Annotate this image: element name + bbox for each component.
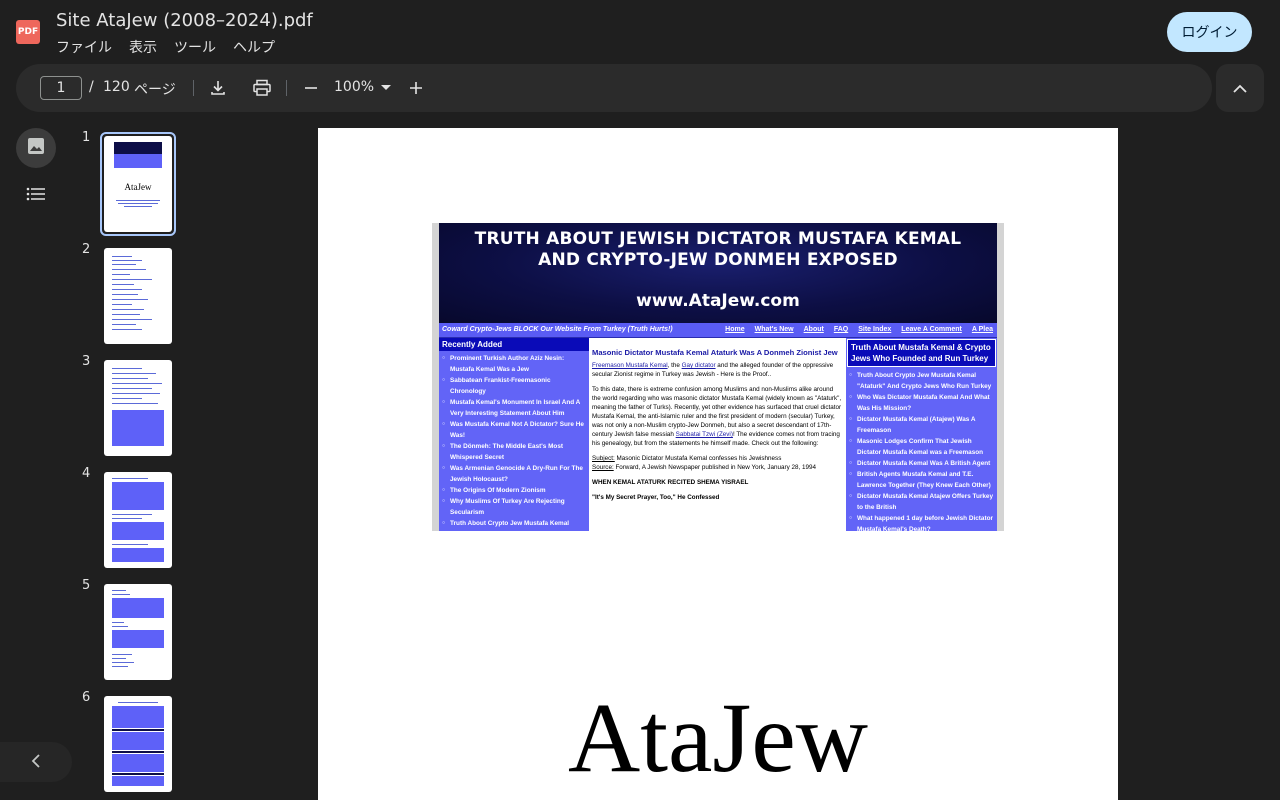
recent-item[interactable]: The Dönmeh: The Middle East's Most Whisp… — [442, 441, 586, 463]
thumbnail-page-4[interactable] — [100, 468, 176, 572]
menu-view[interactable]: 表示 — [129, 37, 157, 57]
nav-link-whats-new[interactable]: What's New — [755, 326, 794, 333]
pdf-toolbar: 1 / 120 ページ 100% — [16, 64, 1212, 112]
truth-item[interactable]: What happened 1 day before Jewish Dictat… — [849, 513, 994, 531]
website-screenshot: TRUTH ABOUT JEWISH DICTATOR MUSTAFA KEMA… — [432, 223, 1004, 531]
thumbnail-title: AtaJew — [124, 182, 152, 192]
article-intro: Freemason Mustafa Kemal, the Gay dictato… — [592, 362, 834, 378]
recently-added-heading: Recently Added — [439, 338, 589, 351]
recent-item[interactable]: Why Muslims Of Turkey Are Rejecting Secu… — [442, 496, 586, 518]
banner-line-2: AND CRYPTO-JEW DONMEH EXPOSED — [538, 250, 898, 270]
total-pages: 120 — [103, 79, 130, 95]
collapse-toolbar-button[interactable] — [1216, 64, 1264, 112]
thumbnail-number: 3 — [82, 354, 91, 369]
print-icon[interactable] — [250, 76, 274, 100]
thumbnail-page-2[interactable] — [100, 244, 176, 348]
site-banner: TRUTH ABOUT JEWISH DICTATOR MUSTAFA KEMA… — [439, 223, 997, 323]
nav-link-home[interactable]: Home — [725, 326, 744, 333]
recent-item[interactable]: Was Armenian Genocide A Dry-Run For The … — [442, 463, 586, 485]
truth-item[interactable]: British Agents Mustafa Kemal and T.E. La… — [849, 469, 994, 491]
thumbnail-number: 5 — [82, 578, 91, 593]
menu-help[interactable]: ヘルプ — [233, 37, 275, 57]
toolbar-divider — [286, 80, 287, 96]
nav-link-about[interactable]: About — [804, 326, 824, 333]
recent-item[interactable]: Mustafa Kemal's Monument In Israel And A… — [442, 397, 586, 419]
recent-item[interactable]: The Origins Of Modern Zionism — [442, 485, 586, 496]
banner-url: www.AtaJew.com — [636, 291, 800, 311]
thumbnail-number: 6 — [82, 690, 91, 705]
nav-link-site-index[interactable]: Site Index — [858, 326, 891, 333]
toolbar-divider — [193, 80, 194, 96]
list-icon — [26, 186, 46, 206]
site-navbar: Coward Crypto-Jews BLOCK Our Website Fro… — [439, 323, 997, 338]
article-heading: WHEN KEMAL ATATURK RECITED SHEMA YISRAEL — [592, 479, 749, 486]
zoom-dropdown-icon[interactable] — [374, 76, 398, 100]
article-quote: "It's My Secret Prayer, Too," He Confess… — [592, 494, 720, 501]
banner-line-1: TRUTH ABOUT JEWISH DICTATOR MUSTAFA KEMA… — [474, 229, 962, 249]
article-subject: Subject: Masonic Dictator Mustafa Kemal … — [592, 455, 782, 462]
article-source: Source: Forward, A Jewish Newspaper publ… — [592, 464, 817, 471]
zoom-level[interactable]: 100% — [334, 79, 374, 95]
truth-item[interactable]: Dictator Mustafa Kemal Was A British Age… — [849, 458, 994, 469]
article-column: Masonic Dictator Mustafa Kemal Ataturk W… — [589, 338, 846, 531]
pdf-page-1: TRUTH ABOUT JEWISH DICTATOR MUSTAFA KEMA… — [318, 128, 1118, 800]
menu-tools[interactable]: ツール — [174, 37, 216, 57]
recent-item[interactable]: Prominent Turkish Author Aziz Nesin: Mus… — [442, 353, 586, 375]
truth-item[interactable]: Dictator Mustafa Kemal Atajew Offers Tur… — [849, 491, 994, 513]
menu-file[interactable]: ファイル — [56, 37, 112, 57]
chevron-up-icon — [1233, 79, 1247, 98]
thumbnail-page-1[interactable]: AtaJew — [100, 132, 176, 236]
page-number-input[interactable]: 1 — [40, 76, 82, 100]
recent-item[interactable]: Was Mustafa Kemal Not A Dictator? Sure H… — [442, 419, 586, 441]
thumbnail-page-3[interactable] — [100, 356, 176, 460]
pages-label: ページ — [134, 82, 176, 98]
login-button[interactable]: ログイン — [1167, 12, 1252, 52]
page-separator: / — [89, 79, 94, 95]
collapse-sidebar-button[interactable] — [0, 742, 72, 782]
pdf-viewport[interactable]: TRUTH ABOUT JEWISH DICTATOR MUSTAFA KEMA… — [192, 112, 1280, 800]
truth-item[interactable]: Truth About Crypto Jew Mustafa Kemal "At… — [849, 370, 994, 392]
truth-item[interactable]: Who Was Dictator Mustafa Kemal And What … — [849, 392, 994, 414]
thumbnail-list: 1 AtaJew 2 3 4 5 6 — [72, 128, 192, 800]
recent-item[interactable]: Truth About Crypto Jew Mustafa Kemal — [442, 518, 586, 529]
nav-link-plea[interactable]: A Plea — [972, 326, 993, 333]
article-paragraph: To this date, there is extreme confusion… — [592, 386, 842, 447]
thumbnail-number: 2 — [82, 242, 91, 257]
thumbnail-view-button[interactable] — [16, 128, 56, 168]
article-title: Masonic Dictator Mustafa Kemal Ataturk W… — [592, 348, 838, 357]
truth-item[interactable]: Dictator Mustafa Kemal (Atajew) Was A Fr… — [849, 414, 994, 436]
truth-column: Truth About Mustafa Kemal & Crypto Jews … — [846, 338, 997, 531]
outline-view-button[interactable] — [16, 176, 56, 216]
thumbnail-page-6[interactable] — [100, 692, 176, 796]
zoom-out-icon[interactable] — [299, 76, 323, 100]
recently-added-column: Recently Added Prominent Turkish Author … — [439, 338, 589, 531]
chevron-left-icon — [31, 753, 41, 772]
nav-link-comment[interactable]: Leave A Comment — [901, 326, 962, 333]
zoom-in-icon[interactable] — [404, 76, 428, 100]
thumbnail-page-5[interactable] — [100, 580, 176, 684]
site-slogan: Coward Crypto-Jews BLOCK Our Website Fro… — [442, 326, 673, 333]
truth-item[interactable]: Masonic Lodges Confirm That Jewish Dicta… — [849, 436, 994, 458]
download-icon[interactable] — [206, 76, 230, 100]
article-link[interactable]: Sabbatai Tzwi (Zevi) — [676, 431, 733, 438]
document-title: Site AtaJew (2008–2024).pdf — [56, 10, 313, 31]
app-header: PDF Site AtaJew (2008–2024).pdf ファイル 表示 … — [0, 0, 1280, 64]
thumbnail-number: 1 — [82, 130, 91, 145]
article-link[interactable]: Freemason Mustafa Kemal — [592, 362, 668, 369]
truth-heading: Truth About Mustafa Kemal & Crypto Jews … — [847, 339, 996, 367]
page-title: AtaJew — [568, 682, 868, 793]
menu-bar: ファイル 表示 ツール ヘルプ — [56, 37, 292, 57]
nav-link-faq[interactable]: FAQ — [834, 326, 848, 333]
pdf-logo-icon: PDF — [16, 20, 40, 44]
image-icon — [27, 137, 45, 159]
recent-item[interactable]: Sabbatean Frankist-Freemasonic Chronolog… — [442, 375, 586, 397]
article-link[interactable]: Gay dictator — [682, 362, 716, 369]
thumbnail-number: 4 — [82, 466, 91, 481]
